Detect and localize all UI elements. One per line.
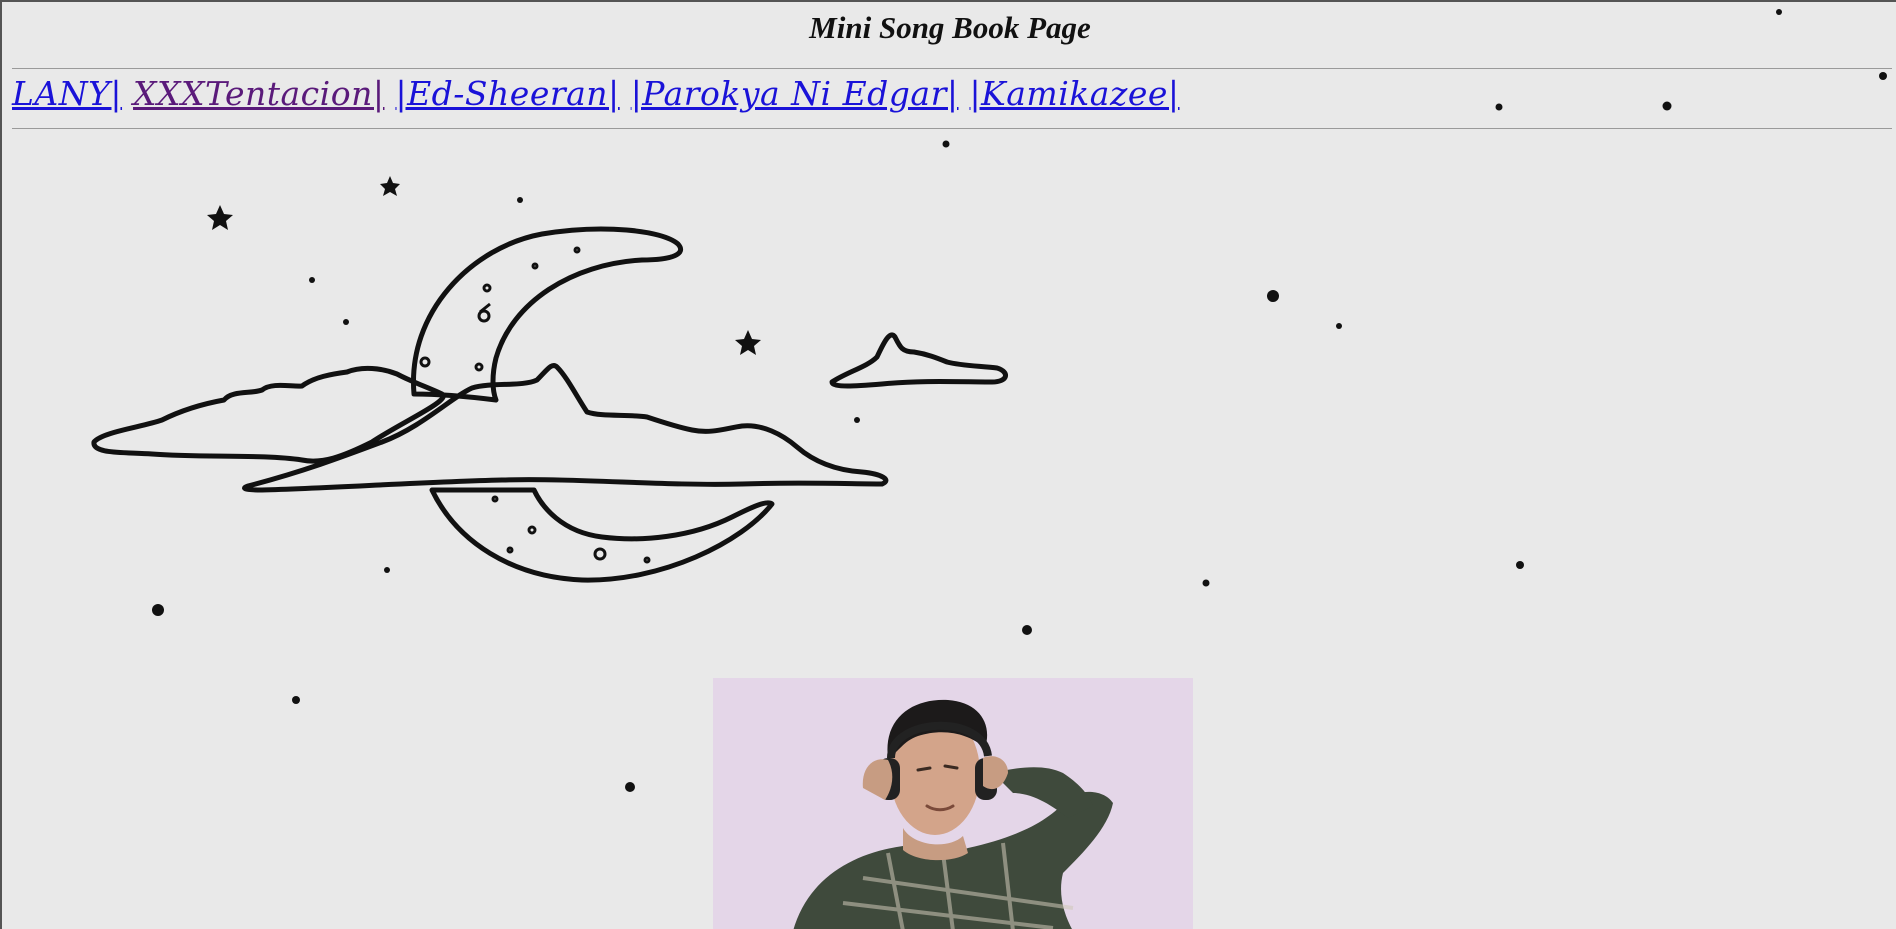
star-dots [152, 9, 1887, 792]
man-with-headphones-photo [713, 678, 1193, 929]
cloud-left [91, 365, 446, 464]
cloud-main [242, 363, 889, 493]
cloud-small [829, 332, 1008, 389]
moon-lower-crescent [429, 487, 775, 583]
photo-figure [713, 678, 1193, 929]
moon-upper-crescent [411, 226, 683, 403]
